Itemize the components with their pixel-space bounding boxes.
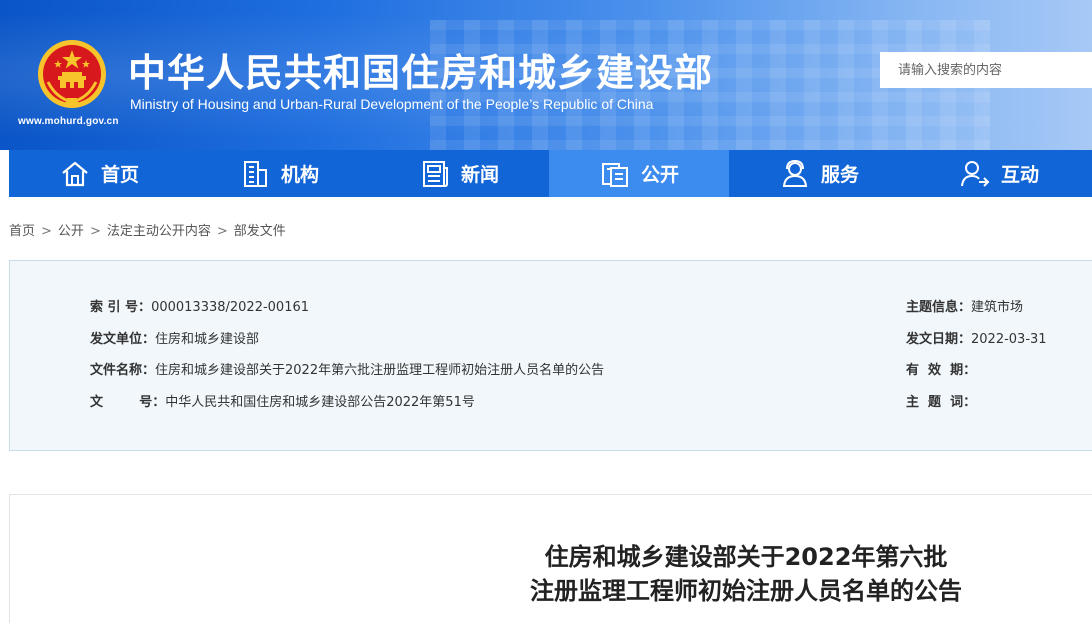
nav-label-public: 公开: [640, 164, 679, 186]
info-date-value: 2022-03-31: [971, 332, 1047, 347]
main-nav: 首页 机构 新闻 公开 服务 互动: [9, 150, 1092, 197]
info-keywords-label: 主 题 词：: [906, 395, 977, 410]
article-title: 住房和城乡建设部关于2022年第六批 注册监理工程师初始注册人员名单的公告: [0, 540, 1092, 608]
info-topic-value: 建筑市场: [971, 300, 1024, 315]
info-index-label: 索 引 号：: [90, 300, 152, 315]
site-url[interactable]: www.mohurd.gov.cn: [18, 116, 119, 127]
info-topic-row: 主题信息：建筑市场: [906, 296, 1023, 315]
nav-label-news: 新闻: [460, 164, 499, 186]
site-title-cn[interactable]: 中华人民共和国住房和城乡建设部: [128, 42, 713, 97]
nav-label-service: 服务: [820, 164, 859, 186]
article-title-line-1: 住房和城乡建设部关于2022年第六批: [544, 543, 948, 571]
home-icon: [59, 158, 91, 190]
breadcrumb-separator: >: [216, 224, 228, 239]
info-date-row: 发文日期：2022-03-31: [906, 328, 1047, 347]
breadcrumb-separator: >: [41, 224, 52, 239]
info-index-row: 索 引 号：000013338/2022-00161: [90, 296, 309, 315]
info-issuer-row: 发文单位：住房和城乡建设部: [90, 328, 259, 347]
nav-item-home[interactable]: 首页: [9, 150, 189, 197]
breadcrumb-home[interactable]: 首页: [9, 224, 35, 239]
info-validity-label: 有 效 期：: [906, 363, 977, 378]
info-topic-label: 主题信息：: [906, 300, 972, 315]
news-icon: [419, 158, 451, 190]
building-icon: [239, 158, 271, 190]
breadcrumb-public[interactable]: 公开: [58, 224, 84, 239]
site-title-en: Ministry of Housing and Urban-Rural Deve…: [130, 96, 654, 112]
breadcrumb-ministry-docs[interactable]: 部发文件: [234, 224, 286, 239]
nav-item-public[interactable]: 公开: [549, 150, 729, 197]
info-issuer-label: 发文单位：: [90, 332, 156, 347]
nav-item-interact[interactable]: 互动: [909, 150, 1089, 197]
nav-item-service[interactable]: 服务: [729, 150, 909, 197]
breadcrumb-statutory[interactable]: 法定主动公开内容: [107, 224, 211, 239]
national-emblem-icon[interactable]: [36, 38, 108, 110]
nav-item-org[interactable]: 机构: [189, 150, 369, 197]
info-docno-label: 文 号：: [90, 395, 166, 410]
info-filename-value: 住房和城乡建设部关于2022年第六批注册监理工程师初始注册人员名单的公告: [155, 363, 605, 378]
info-filename-label: 文件名称：: [90, 363, 156, 378]
info-validity-row: 有 效 期：: [906, 359, 976, 378]
info-docno-row: 文 号：中华人民共和国住房和城乡建设部公告2022年第51号: [90, 391, 475, 410]
nav-label-interact: 互动: [1000, 164, 1039, 186]
documents-icon: [599, 158, 631, 190]
info-index-value: 000013338/2022-00161: [151, 300, 310, 315]
breadcrumb-separator: >: [89, 224, 101, 239]
breadcrumb: 首页 > 公开 > 法定主动公开内容 > 部发文件: [9, 220, 286, 239]
nav-label-org: 机构: [280, 164, 319, 186]
info-filename-row: 文件名称：住房和城乡建设部关于2022年第六批注册监理工程师初始注册人员名单的公…: [90, 359, 604, 378]
nav-label-home: 首页: [100, 164, 139, 186]
article-title-line-2: 注册监理工程师初始注册人员名单的公告: [530, 577, 962, 605]
service-icon: [779, 158, 811, 190]
document-info-box: 索 引 号：000013338/2022-00161 发文单位：住房和城乡建设部…: [9, 260, 1092, 451]
nav-item-news[interactable]: 新闻: [369, 150, 549, 197]
info-keywords-row: 主 题 词：: [906, 391, 976, 410]
info-issuer-value: 住房和城乡建设部: [155, 332, 260, 347]
info-date-label: 发文日期：: [906, 332, 972, 347]
info-docno-value: 中华人民共和国住房和城乡建设部公告2022年第51号: [165, 395, 475, 410]
interact-icon: [959, 158, 991, 190]
search-input[interactable]: [880, 52, 1092, 88]
